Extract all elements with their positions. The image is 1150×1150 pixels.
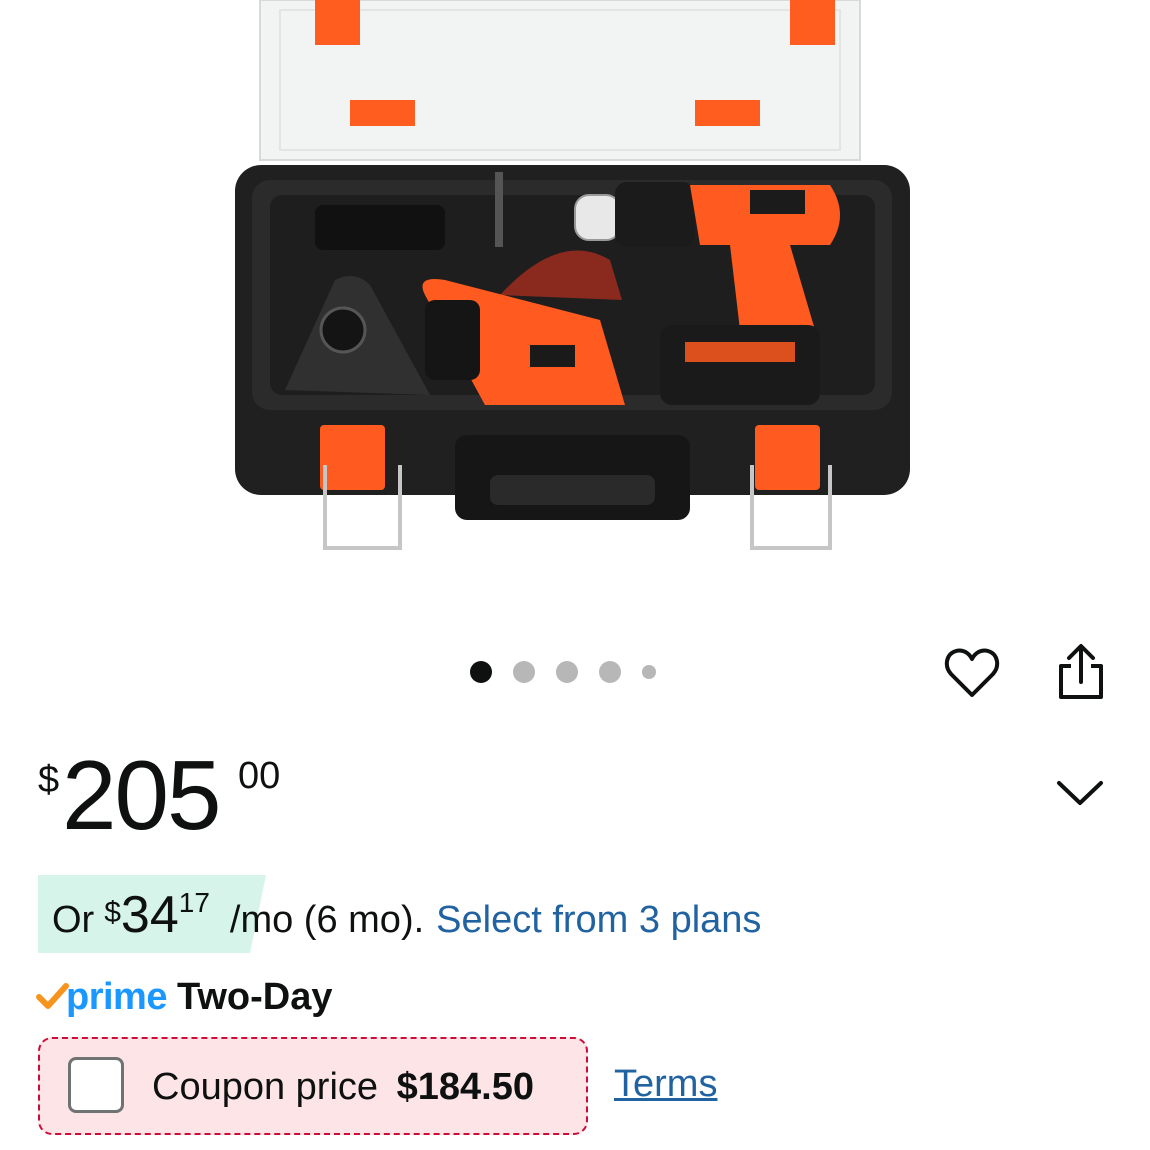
installment-amount: 34 (120, 886, 179, 944)
installment-prefix: Or (52, 899, 95, 941)
coupon-label: Coupon price (152, 1066, 379, 1108)
share-icon[interactable] (1055, 642, 1107, 702)
carousel-dot-3[interactable] (556, 661, 578, 683)
coupon-box[interactable]: Coupon price $184.50 (38, 1037, 588, 1135)
installment-currency: $ (104, 896, 121, 929)
carousel-dot-1[interactable] (470, 661, 492, 683)
prime-word: prime (66, 975, 167, 1018)
heart-icon[interactable] (944, 646, 1000, 700)
product-image[interactable] (230, 0, 920, 560)
select-plans-link[interactable]: Select from 3 plans (436, 899, 761, 942)
chevron-down-icon[interactable] (1055, 775, 1105, 809)
delivery-label: Two-Day (176, 975, 333, 1018)
installment-suffix: /mo (6 mo). (229, 899, 425, 941)
price-fraction: 00 (238, 755, 281, 797)
price-whole: 205 (62, 740, 222, 850)
coupon-checkbox[interactable] (68, 1057, 124, 1113)
price-currency-symbol: $ (38, 759, 60, 801)
installment-offer: Or $ 34 17 /mo (6 mo). Select from 3 pla… (38, 875, 938, 953)
installment-cents: 17 (178, 887, 210, 918)
coupon-value: $184.50 (396, 1066, 534, 1108)
prime-delivery: prime Two-Day (36, 970, 333, 1024)
carousel-dot-4[interactable] (599, 661, 621, 683)
prime-logo: prime (36, 976, 167, 1019)
terms-link[interactable]: Terms (614, 1063, 717, 1106)
carousel-dot-2[interactable] (513, 661, 535, 683)
carousel-dot-5[interactable] (642, 665, 656, 679)
prime-check-icon (36, 983, 69, 1009)
carousel-dots[interactable] (470, 658, 656, 686)
